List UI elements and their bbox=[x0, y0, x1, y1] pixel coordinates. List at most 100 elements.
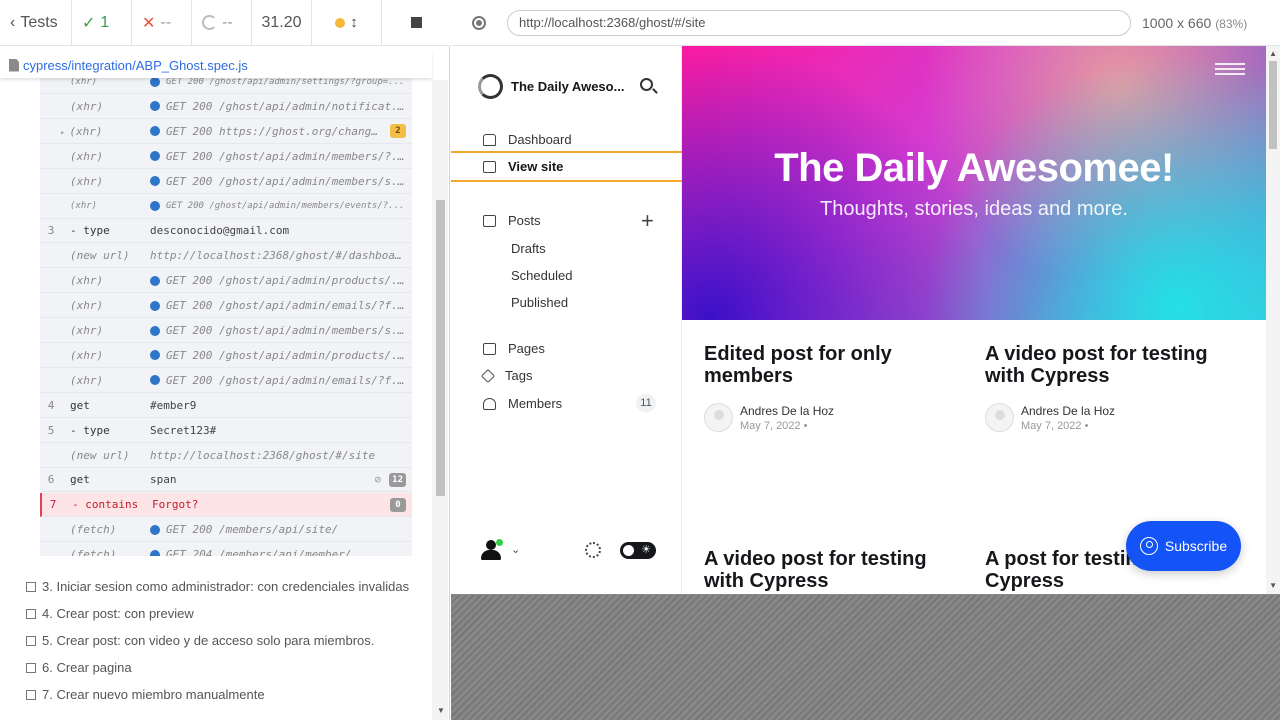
spec-file-bar[interactable]: cypress/integration/ABP_Ghost.spec.js bbox=[0, 52, 432, 78]
command-row[interactable]: (fetch) GET 204 /members/api/member/ bbox=[40, 543, 412, 556]
nav-published[interactable]: Published bbox=[511, 295, 568, 310]
command-row[interactable]: (new url) http://localhost:2368/ghost/#/s… bbox=[40, 444, 412, 468]
site-name[interactable]: The Daily Aweso... bbox=[511, 79, 624, 94]
command-message: GET 200 /ghost/api/admin/members/?... bbox=[150, 150, 412, 163]
command-name: (xhr) bbox=[62, 100, 150, 113]
nav-pages[interactable]: Pages bbox=[451, 335, 682, 362]
nav-tags-label: Tags bbox=[505, 368, 533, 383]
command-name-text: (new url) bbox=[70, 249, 130, 263]
auto-scroll-toggle[interactable]: ↕ bbox=[312, 0, 382, 45]
test-item[interactable]: 7. Crear nuevo miembro manualmente bbox=[26, 686, 426, 704]
nav-scheduled[interactable]: Scheduled bbox=[511, 268, 572, 283]
command-row[interactable]: (fetch) GET 200 /members/api/site/ bbox=[40, 518, 412, 543]
command-name: (xhr) bbox=[62, 299, 150, 312]
home-icon bbox=[483, 133, 496, 146]
nav-tags[interactable]: Tags bbox=[451, 362, 682, 389]
test-item[interactable]: 6. Crear pagina bbox=[26, 659, 426, 677]
pending-count: -- bbox=[192, 0, 252, 45]
gear-icon[interactable] bbox=[585, 542, 601, 558]
command-message-text: GET 200 /ghost/api/admin/members/s... bbox=[166, 174, 406, 188]
command-name: (xhr) bbox=[62, 175, 150, 188]
post-card[interactable]: A video post for testing with Cypress An… bbox=[985, 343, 1225, 432]
command-row[interactable]: 7 - contains Forgot? 0 bbox=[40, 493, 412, 518]
test-item[interactable]: 3. Iniciar sesion como administrador: co… bbox=[26, 578, 426, 596]
command-count-badge: 0 bbox=[390, 497, 406, 512]
nav-drafts[interactable]: Drafts bbox=[511, 241, 546, 256]
author-avatar bbox=[985, 403, 1014, 432]
command-name-text: (xhr) bbox=[69, 124, 103, 138]
reporter-scrollbar-thumb[interactable] bbox=[436, 200, 445, 496]
search-icon[interactable] bbox=[640, 78, 653, 91]
command-message: http://localhost:2368/ghost/#/dashboa... bbox=[150, 249, 412, 262]
command-message: GET 200 /ghost/api/admin/settings/?group… bbox=[150, 76, 412, 87]
command-row[interactable]: (new url) http://localhost:2368/ghost/#/d… bbox=[40, 244, 412, 269]
site-scrollbar[interactable]: ▲ ▼ bbox=[1266, 46, 1280, 594]
command-row[interactable]: (xhr) GET 200 /ghost/api/admin/members/s.… bbox=[40, 319, 412, 343]
site-logo-icon[interactable] bbox=[478, 74, 503, 99]
command-name: (new url) bbox=[62, 449, 150, 462]
avatar-head bbox=[486, 540, 496, 550]
scroll-down-arrow-icon[interactable]: ▼ bbox=[1269, 581, 1277, 590]
command-row[interactable]: (xhr) GET 200 /ghost/api/admin/members/?.… bbox=[40, 145, 412, 169]
command-name: (fetch) bbox=[62, 548, 150, 556]
command-name: (xhr) bbox=[62, 274, 150, 287]
tests-back-button[interactable]: ‹ Tests bbox=[0, 0, 72, 45]
command-row[interactable]: 6 get span ⊘ 12 bbox=[40, 468, 412, 493]
command-name-text: get bbox=[70, 398, 90, 412]
command-row[interactable]: (xhr) GET 200 /ghost/api/admin/emails/?f.… bbox=[40, 294, 412, 319]
command-name: (xhr) bbox=[62, 349, 150, 362]
members-icon bbox=[483, 397, 496, 410]
hamburger-menu-icon[interactable] bbox=[1215, 63, 1245, 78]
test-item[interactable]: 4. Crear post: con preview bbox=[26, 605, 426, 623]
test-item[interactable]: 5. Crear post: con video y de acceso sol… bbox=[26, 632, 426, 650]
command-message: GET 200 /ghost/api/admin/members/events/… bbox=[150, 201, 412, 211]
command-count-badge: 12 bbox=[389, 472, 406, 487]
post-author: Andres De la Hoz May 7, 2022 • bbox=[985, 403, 1225, 432]
request-dot-icon bbox=[150, 325, 160, 336]
scroll-up-arrow-icon[interactable]: ▲ bbox=[1269, 49, 1277, 58]
post-card[interactable]: A video post for testing with Cypress bbox=[704, 548, 944, 592]
reporter-header: ‹ Tests ✓ 1 ✕ -- -- 31.20 ↕ bbox=[0, 0, 450, 46]
nav-view-site[interactable]: View site bbox=[451, 151, 682, 182]
command-row[interactable]: (xhr) GET 200 /ghost/api/admin/members/ev… bbox=[40, 195, 412, 219]
request-dot-icon bbox=[150, 300, 160, 311]
url-bar[interactable]: http://localhost:2368/ghost/#/site bbox=[507, 9, 1131, 36]
stop-button[interactable] bbox=[382, 0, 450, 45]
user-avatar[interactable] bbox=[481, 539, 503, 563]
viewport-background bbox=[451, 595, 1280, 720]
post-title[interactable]: Edited post for only members bbox=[704, 343, 944, 387]
command-row[interactable]: 4 get #ember9 bbox=[40, 394, 412, 418]
command-message: GET 200 /ghost/api/admin/notificat... bbox=[150, 100, 412, 113]
post-title[interactable]: A video post for testing with Cypress bbox=[985, 343, 1225, 387]
subscribe-button[interactable]: Subscribe bbox=[1126, 521, 1241, 571]
scroll-down-arrow-icon[interactable]: ▼ bbox=[437, 706, 445, 715]
hero-title: The Daily Awesomee! bbox=[774, 146, 1174, 190]
spec-path[interactable]: cypress/integration/ABP_Ghost.spec.js bbox=[23, 58, 248, 73]
test-status-icon bbox=[26, 663, 36, 673]
command-row[interactable]: 5 - type Secret123# bbox=[40, 419, 412, 443]
command-row[interactable]: (xhr) GET 200 /ghost/api/admin/products/.… bbox=[40, 344, 412, 368]
test-status-icon bbox=[26, 609, 36, 619]
selector-playground-icon[interactable] bbox=[472, 15, 486, 30]
command-row[interactable]: (xhr) GET 200 /ghost/api/admin/notificat.… bbox=[40, 95, 412, 119]
post-title[interactable]: A video post for testing with Cypress bbox=[704, 548, 944, 592]
page-icon bbox=[483, 342, 496, 355]
command-message-text: GET 200 /ghost/api/admin/products/... bbox=[166, 274, 406, 288]
command-row[interactable]: (xhr) GET 200 /ghost/api/admin/members/s.… bbox=[40, 170, 412, 194]
chevron-down-icon[interactable]: ⌄ bbox=[511, 543, 520, 556]
nav-dashboard[interactable]: Dashboard bbox=[451, 126, 682, 153]
expand-caret-icon[interactable]: ▸ bbox=[60, 128, 65, 138]
site-scrollbar-thumb[interactable] bbox=[1269, 61, 1277, 149]
command-row[interactable]: 3 - type desconocido@gmail.com bbox=[40, 219, 412, 244]
new-post-plus-icon[interactable]: + bbox=[641, 210, 654, 232]
viewport-zoom: (83%) bbox=[1215, 16, 1248, 31]
command-row[interactable]: ▸ (xhr) GET 200 https://ghost.org/change..… bbox=[40, 120, 412, 144]
post-card[interactable]: Edited post for only members Andres De l… bbox=[704, 343, 944, 432]
command-name-text: get bbox=[70, 473, 90, 487]
command-name-text: (xhr) bbox=[70, 149, 104, 163]
command-name-text: (xhr) bbox=[70, 274, 104, 288]
dark-mode-toggle[interactable]: ☀ bbox=[620, 542, 656, 559]
file-icon bbox=[9, 58, 19, 72]
command-row[interactable]: (xhr) GET 200 /ghost/api/admin/emails/?f.… bbox=[40, 369, 412, 393]
command-row[interactable]: (xhr) GET 200 /ghost/api/admin/products/.… bbox=[40, 269, 412, 294]
